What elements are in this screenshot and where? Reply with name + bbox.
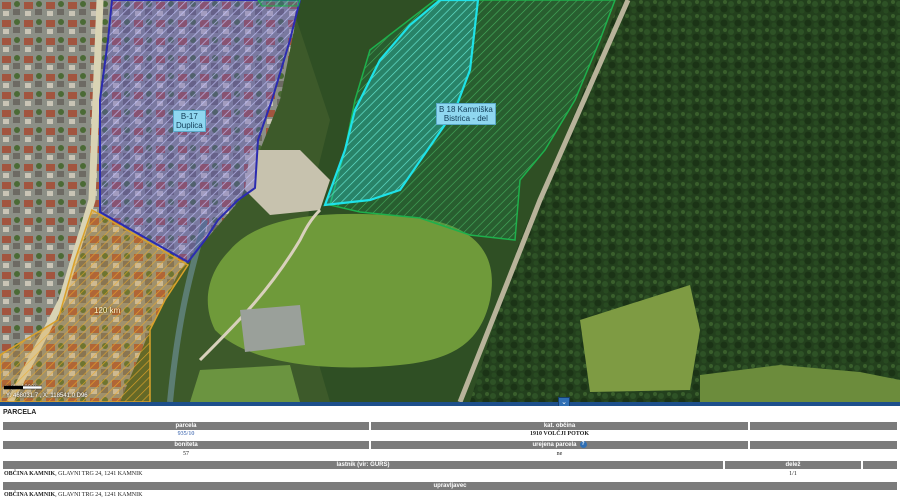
header-urejena-parcela-text: urejena parcela — [532, 442, 577, 449]
label-orange-zone[interactable]: 120 km — [92, 305, 122, 316]
header-filler-3 — [863, 461, 897, 469]
header-upravljavec: upravljavec — [3, 482, 897, 490]
map-canvas[interactable] — [0, 0, 900, 402]
header-urejena-parcela: urejena parcela? — [371, 441, 748, 449]
meadow-south — [190, 365, 300, 402]
label-b17-line1: B-17 — [180, 112, 198, 121]
value-parcela[interactable]: 935/10 — [3, 430, 369, 438]
header-filler-2 — [750, 441, 897, 449]
panel-title: PARCELA — [3, 409, 37, 416]
value-kat-obcina: 1910 VOLČJI POTOK — [371, 430, 748, 438]
label-b17[interactable]: B-17 Duplica — [173, 110, 206, 132]
label-b18-line2: Bistrica - del — [443, 114, 488, 123]
parking-lot — [240, 305, 305, 352]
value-urejena-parcela: ne — [556, 451, 563, 457]
header-delez: delež — [725, 461, 861, 469]
help-icon[interactable]: ? — [579, 441, 587, 448]
value-delez: 1/1 — [789, 471, 797, 477]
value-boniteta: 57 — [183, 451, 189, 457]
value-upravljavec: OBČINA KAMNIK, GLAVNI TRG 24, 1241 KAMNI… — [4, 491, 894, 499]
scale-bar: m (1 : 1890) — [4, 385, 42, 391]
header-parcela: parcela — [3, 422, 369, 430]
header-boniteta: boniteta — [3, 441, 369, 449]
upravljavec-address: , GLAVNI TRG 24, 1241 KAMNIK — [55, 492, 143, 498]
owner-address: , GLAVNI TRG 24, 1241 KAMNIK — [55, 471, 143, 477]
header-lastnik: lastnik (vir: GURS) — [3, 461, 723, 469]
owner-name: OBČINA KAMNIK — [4, 471, 56, 477]
label-b17-line2: Duplica — [176, 121, 203, 130]
label-b18[interactable]: B 18 Kamniška Bistrica - del — [436, 103, 496, 125]
label-b18-line1: B 18 Kamniška — [439, 105, 493, 114]
scale-bar-graphic — [4, 385, 42, 390]
header-filler-1 — [750, 422, 897, 430]
upravljavec-name: OBČINA KAMNIK — [4, 492, 56, 498]
aerial-map[interactable]: B-17 Duplica B 18 Kamniška Bistrica - de… — [0, 0, 900, 402]
parcel-info-panel: PARCELA parcela kat. občina 935/10 1910 … — [0, 406, 900, 500]
zone-top-green — [257, 0, 301, 7]
header-kat-obcina: kat. občina — [371, 422, 748, 430]
value-owner: OBČINA KAMNIK, GLAVNI TRG 24, 1241 KAMNI… — [4, 470, 722, 478]
coordinate-readout: Y: 468031.7 , X: 118541.0 D96 — [6, 393, 88, 399]
value-kat-obcina-text: 1910 VOLČJI POTOK — [529, 431, 589, 437]
